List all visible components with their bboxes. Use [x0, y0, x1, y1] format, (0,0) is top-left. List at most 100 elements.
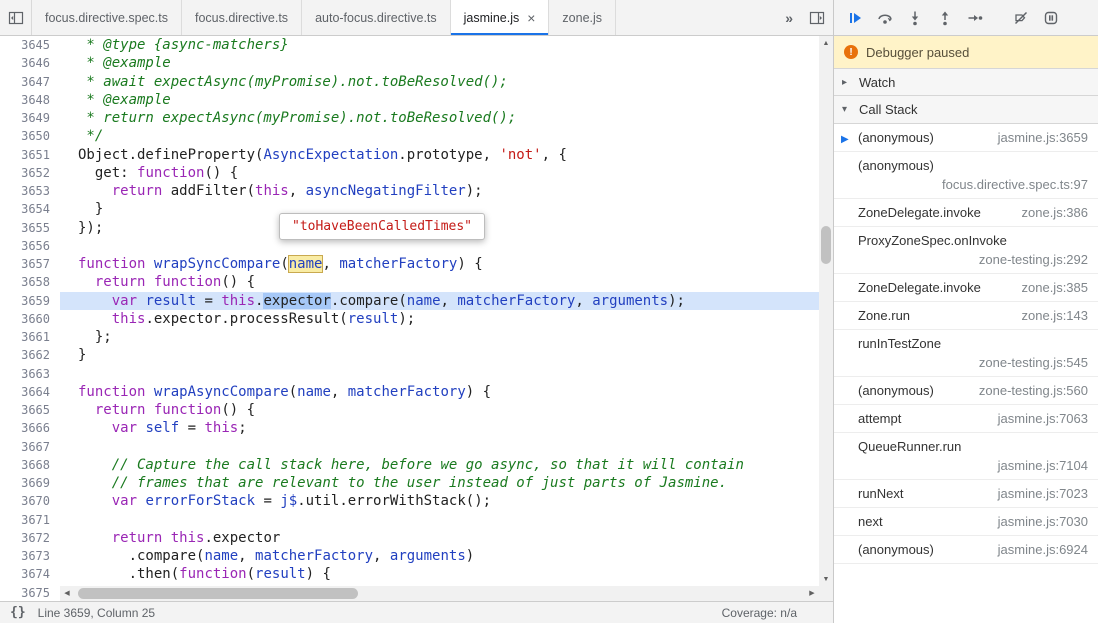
code-line[interactable]: }; [60, 328, 833, 346]
line-number[interactable]: 3653 [0, 182, 50, 200]
tab-focus.directive.spec.ts[interactable]: focus.directive.spec.ts [32, 0, 182, 35]
code-line[interactable]: var self = this; [60, 419, 833, 437]
line-number[interactable]: 3675 [0, 584, 50, 602]
code-line[interactable]: * await expectAsync(myPromise).not.toBeR… [60, 73, 833, 91]
step-over-button[interactable] [870, 0, 900, 36]
call-stack-frame[interactable]: QueueRunner.run jasmine.js:7104 [834, 433, 1098, 480]
code-line[interactable]: .compare(name, matcherFactory, arguments… [60, 547, 833, 565]
call-stack-frame[interactable]: ProxyZoneSpec.onInvoke zone-testing.js:29… [834, 227, 1098, 274]
code-line[interactable]: Object.defineProperty(AsyncExpectation.p… [60, 146, 833, 164]
scroll-down-arrow-icon[interactable]: ▼ [819, 572, 833, 586]
code-line[interactable]: .then(function(result) { [60, 565, 833, 583]
code-line[interactable]: * @example [60, 54, 833, 72]
tab-close-icon[interactable]: × [527, 11, 535, 25]
code-line[interactable]: */ [60, 127, 833, 145]
line-number[interactable]: 3645 [0, 36, 50, 54]
resume-button[interactable] [840, 0, 870, 36]
line-number[interactable]: 3654 [0, 200, 50, 218]
vertical-scrollbar[interactable]: ▲ ▼ [819, 36, 833, 586]
code-line[interactable] [60, 365, 833, 383]
scroll-up-arrow-icon[interactable]: ▲ [819, 36, 833, 50]
code-line[interactable]: var result = this.expector.compare(name,… [60, 291, 833, 310]
line-number[interactable]: 3661 [0, 328, 50, 346]
tab-auto-focus.directive.ts[interactable]: auto-focus.directive.ts [302, 0, 451, 35]
line-number[interactable]: 3648 [0, 91, 50, 109]
line-number[interactable]: 3666 [0, 419, 50, 437]
call-stack-frame[interactable]: ▶ (anonymous) jasmine.js:3659 [834, 124, 1098, 152]
pretty-print-braces-icon[interactable]: {} [10, 605, 26, 620]
code-line[interactable]: } [60, 346, 833, 364]
call-stack-section-header[interactable]: ▾ Call Stack [834, 96, 1098, 124]
deactivate-breakpoints-button[interactable] [1006, 0, 1036, 36]
scroll-left-arrow-icon[interactable]: ◀ [60, 586, 74, 600]
code-line[interactable]: var errorForStack = j$.util.errorWithSta… [60, 492, 833, 510]
line-number[interactable]: 3659 [0, 292, 50, 310]
code-line[interactable]: this.expector.processResult(result); [60, 310, 833, 328]
tab-label: focus.directive.ts [194, 10, 289, 25]
call-stack-frame[interactable]: (anonymous) zone-testing.js:560 [834, 377, 1098, 405]
step-button[interactable] [960, 0, 990, 36]
line-number[interactable]: 3668 [0, 456, 50, 474]
call-stack-frame[interactable]: (anonymous) focus.directive.spec.ts:97 [834, 152, 1098, 199]
line-number[interactable]: 3658 [0, 273, 50, 291]
line-number[interactable]: 3650 [0, 127, 50, 145]
code-line[interactable] [60, 511, 833, 529]
call-stack-frame[interactable]: ZoneDelegate.invoke zone.js:386 [834, 199, 1098, 227]
tab-focus.directive.ts[interactable]: focus.directive.ts [182, 0, 303, 35]
call-stack-frame[interactable]: ZoneDelegate.invoke zone.js:385 [834, 274, 1098, 302]
line-number[interactable]: 3667 [0, 438, 50, 456]
vertical-scrollbar-thumb[interactable] [821, 226, 831, 264]
tab-jasmine.js[interactable]: jasmine.js × [450, 0, 550, 35]
line-number[interactable]: 3647 [0, 73, 50, 91]
code-line[interactable] [60, 438, 833, 456]
line-number[interactable]: 3664 [0, 383, 50, 401]
call-stack-frame[interactable]: runNext jasmine.js:7023 [834, 480, 1098, 508]
line-number[interactable]: 3649 [0, 109, 50, 127]
line-number[interactable]: 3655 [0, 219, 50, 237]
scroll-right-arrow-icon[interactable]: ▶ [805, 586, 819, 600]
watch-section-header[interactable]: ▸ Watch [834, 68, 1098, 96]
line-number[interactable]: 3674 [0, 565, 50, 583]
pause-on-exceptions-button[interactable] [1036, 0, 1066, 36]
code-line[interactable]: function wrapAsyncCompare(name, matcherF… [60, 383, 833, 401]
code-line[interactable]: get: function() { [60, 164, 833, 182]
horizontal-scrollbar-thumb[interactable] [78, 588, 358, 599]
code-line[interactable]: * return expectAsync(myPromise).not.toBe… [60, 109, 833, 127]
code-line[interactable]: return addFilter(this, asyncNegatingFilt… [60, 182, 833, 200]
code-line[interactable]: // frames that are relevant to the user … [60, 474, 833, 492]
line-number[interactable]: 3660 [0, 310, 50, 328]
pause-on-exceptions-icon [1043, 10, 1059, 26]
code-line[interactable]: * @example [60, 91, 833, 109]
more-tabs-chevron[interactable]: » [777, 0, 801, 35]
navigator-toggle-button[interactable] [0, 0, 32, 35]
call-stack-frame[interactable]: attempt jasmine.js:7063 [834, 405, 1098, 433]
debugger-sidebar-toggle-button[interactable] [801, 0, 833, 35]
call-stack-frame[interactable]: runInTestZone zone-testing.js:545 [834, 330, 1098, 377]
step-out-button[interactable] [930, 0, 960, 36]
line-number[interactable]: 3670 [0, 492, 50, 510]
call-stack-frame[interactable]: next jasmine.js:7030 [834, 508, 1098, 536]
code-line[interactable]: return function() { [60, 273, 833, 291]
call-stack-frame[interactable]: Zone.run zone.js:143 [834, 302, 1098, 330]
code-line[interactable]: function wrapSyncCompare(name, matcherFa… [60, 255, 833, 273]
line-number[interactable]: 3673 [0, 547, 50, 565]
horizontal-scrollbar[interactable]: ◀ ▶ [60, 586, 819, 601]
code-line[interactable]: return this.expector [60, 529, 833, 547]
line-number[interactable]: 3651 [0, 146, 50, 164]
code-line[interactable]: return function() { [60, 401, 833, 419]
call-stack-frame[interactable]: (anonymous) jasmine.js:6924 [834, 536, 1098, 564]
code-line[interactable]: * @type {async-matchers} [60, 36, 833, 54]
line-number[interactable]: 3657 [0, 255, 50, 273]
line-number[interactable]: 3646 [0, 54, 50, 72]
line-number[interactable]: 3672 [0, 529, 50, 547]
code-line[interactable]: // Capture the call stack here, before w… [60, 456, 833, 474]
line-number[interactable]: 3652 [0, 164, 50, 182]
step-into-button[interactable] [900, 0, 930, 36]
line-number[interactable]: 3665 [0, 401, 50, 419]
tab-zone.js[interactable]: zone.js [549, 0, 617, 35]
line-number[interactable]: 3669 [0, 474, 50, 492]
line-number[interactable]: 3656 [0, 237, 50, 255]
line-number[interactable]: 3662 [0, 346, 50, 364]
line-number[interactable]: 3663 [0, 365, 50, 383]
line-number[interactable]: 3671 [0, 511, 50, 529]
